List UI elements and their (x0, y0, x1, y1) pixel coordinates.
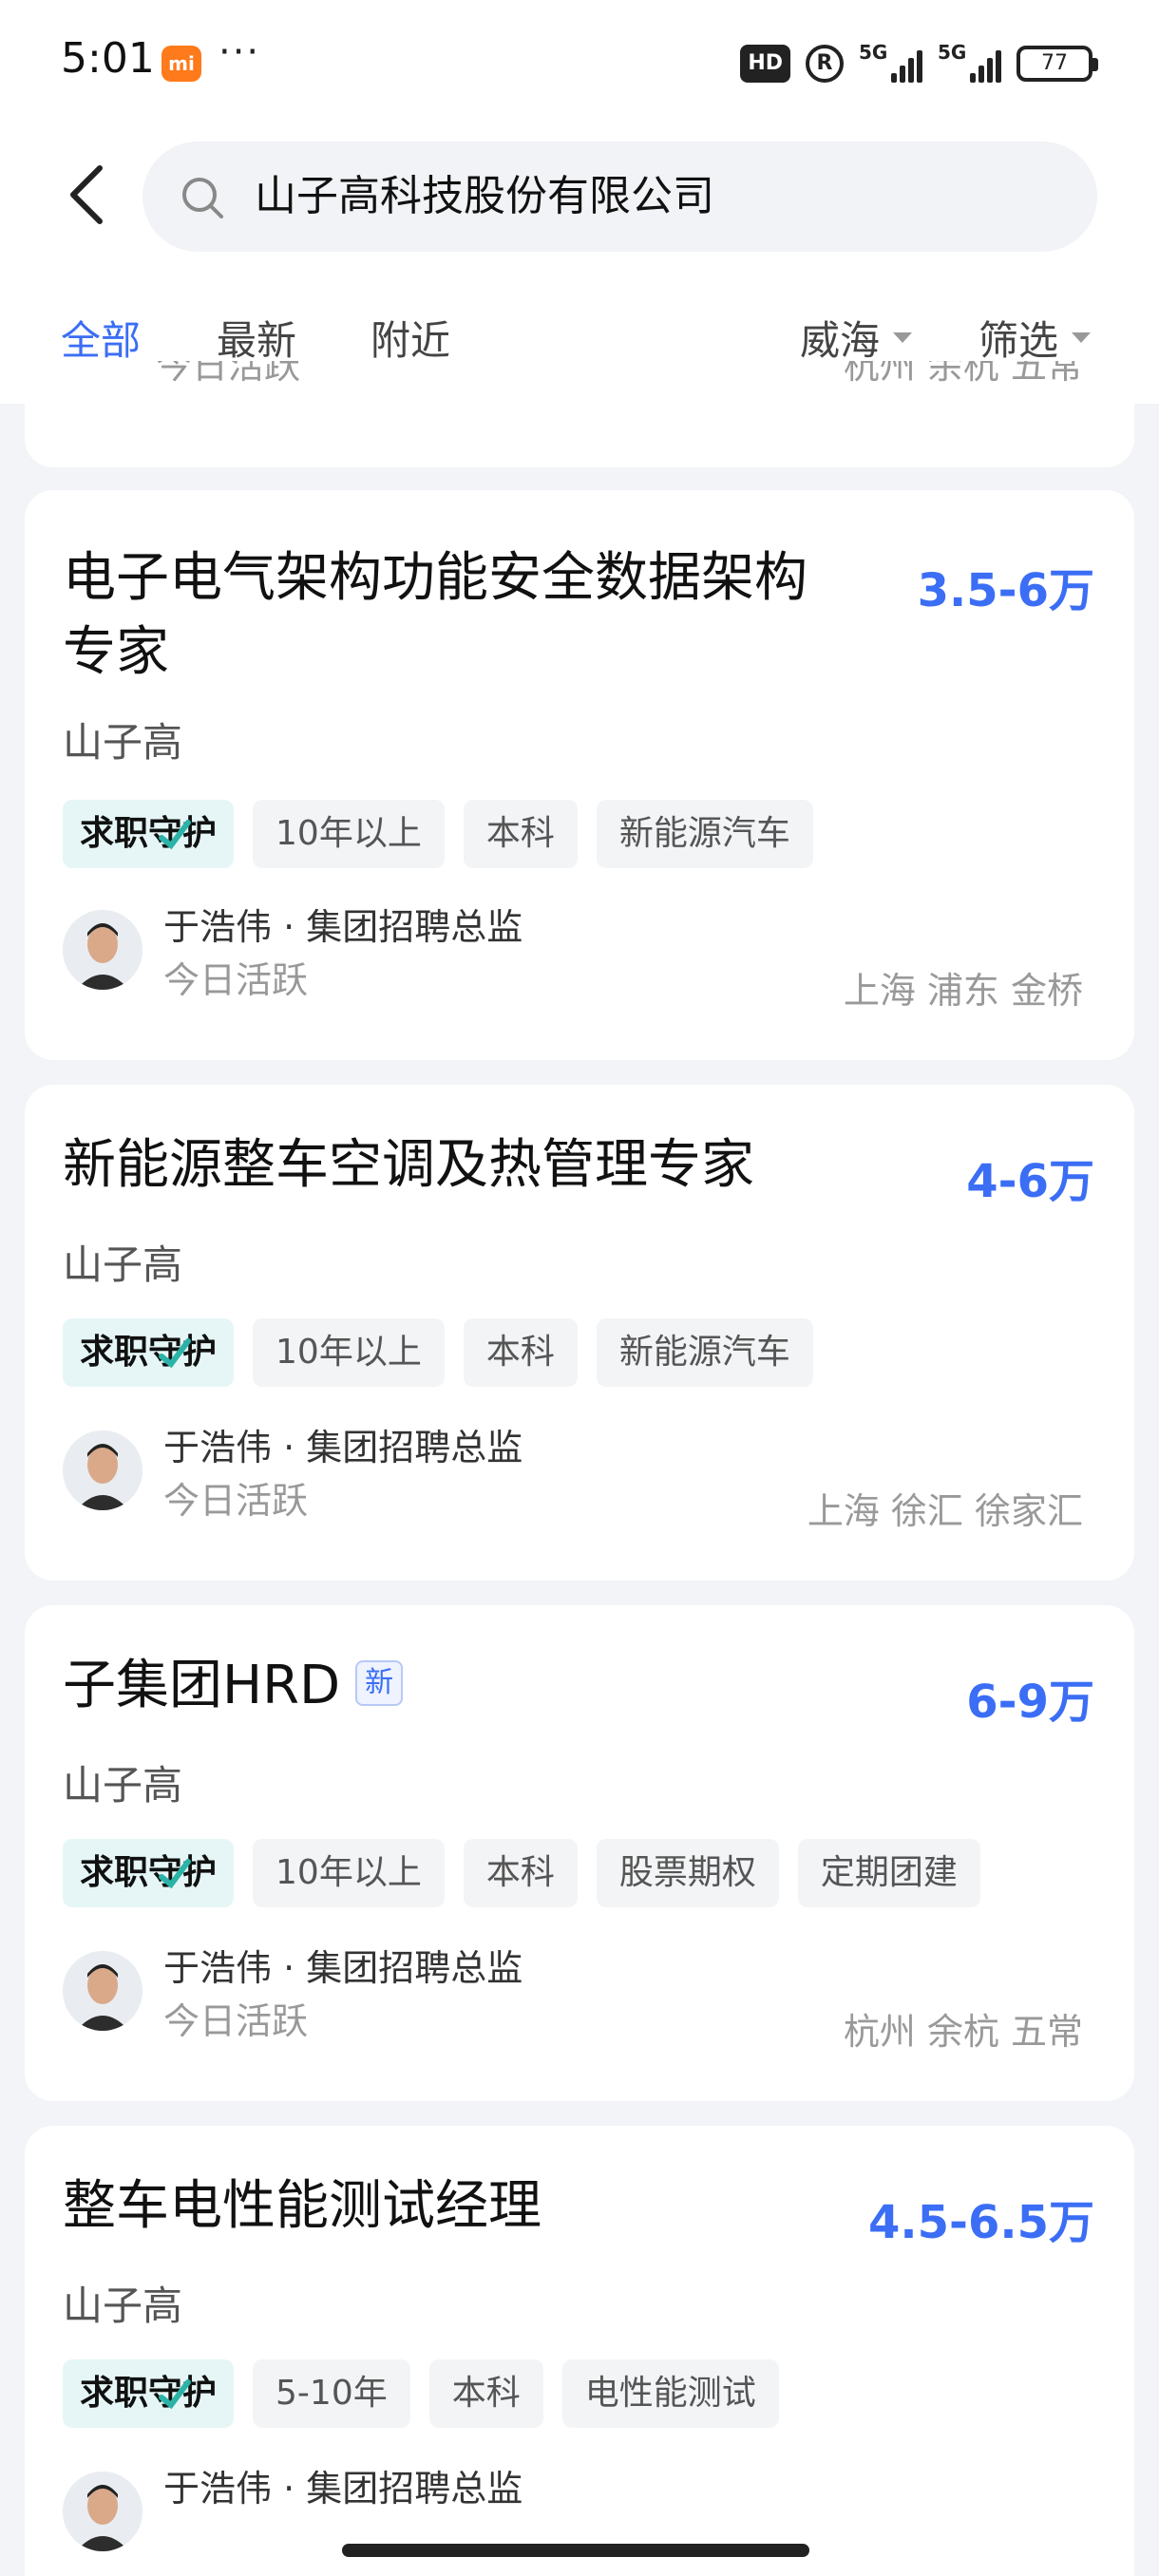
avatar (63, 2472, 142, 2551)
avatar (63, 910, 142, 990)
guard-badge: 求职守护 (63, 1318, 235, 1387)
signal-icon-2: 5G (938, 41, 1001, 83)
guard-badge-label: 求职守护 (80, 1853, 218, 1892)
salary: 6-9万 (966, 1676, 1094, 1729)
tag-list: 求职守护 5-10年 本科 电性能测试 (63, 2359, 779, 2428)
recruiter-name: 于浩伟 · 集团招聘总监 (163, 1427, 523, 1468)
recruiter-info: 于浩伟 · 集团招聘总监 今日活跃 (63, 1941, 522, 2048)
salary: 4-6万 (966, 1155, 1094, 1208)
job-tag: 5-10年 (253, 2359, 410, 2428)
job-tag: 本科 (428, 2359, 543, 2428)
job-location: 杭州 余杭 五常 (843, 361, 1083, 387)
city-filter[interactable]: 威海 (800, 309, 913, 367)
job-tag: 新能源汽车 (596, 1318, 813, 1387)
tab-latest[interactable]: 最新 (217, 309, 296, 367)
job-tag: 新能源汽车 (596, 800, 813, 868)
recruiter-info: 于浩伟 · 集团招聘总监 今日活跃 (63, 900, 522, 1007)
guard-badge-label: 求职守护 (80, 2374, 218, 2413)
roaming-icon: R (806, 45, 844, 83)
tab-all[interactable]: 全部 (61, 309, 141, 367)
check-icon (159, 1338, 191, 1369)
dropdown-caret-icon (893, 332, 913, 343)
salary: 4.5-6.5万 (868, 2196, 1094, 2249)
job-title: 整车电性能测试经理 (63, 2175, 542, 2237)
job-location: 上海 浦东 金桥 (843, 970, 1083, 1012)
guard-badge: 求职守护 (63, 800, 235, 868)
job-tag: 电性能测试 (561, 2359, 779, 2428)
job-location: 上海 徐汇 徐家汇 (807, 1490, 1083, 1532)
tag-list: 求职守护 10年以上 本科 新能源汽车 (63, 800, 813, 868)
recruiter-active-status: 今日活跃 (163, 959, 309, 1001)
tag-list: 求职守护 10年以上 本科 新能源汽车 (63, 1318, 813, 1387)
check-icon (159, 820, 191, 850)
job-card[interactable]: 子集团HRD 新 6-9万 山子高 求职守护 10年以上 本科 股票期权 定期团建… (25, 1605, 1134, 2101)
recruiter-active-status: 今日活跃 (156, 361, 301, 387)
guard-badge-label: 求职守护 (80, 814, 218, 853)
avatar (63, 1951, 142, 2031)
more-notifications-icon: ··· (218, 30, 261, 74)
search-query: 山子高科技股份有限公司 (255, 172, 714, 220)
company-name: 山子高 (63, 1241, 183, 1288)
job-tag: 股票期权 (596, 1839, 779, 1907)
job-location: 杭州 余杭 五常 (843, 2011, 1083, 2053)
job-tag: 10年以上 (253, 800, 445, 868)
status-icons: HD R 5G 5G 77 (740, 40, 1098, 87)
tag-list: 求职守护 10年以上 本科 股票期权 定期团建 (63, 1839, 980, 1907)
job-title-line: 专家 (63, 621, 169, 683)
job-tag: 10年以上 (253, 1318, 445, 1387)
check-icon (159, 2379, 191, 2410)
status-bar: 5:01 mi ··· HD R 5G 5G 77 (0, 0, 1159, 128)
network-type-label: 5G (859, 41, 888, 64)
recruiter-info: 于浩伟 · 集团招聘总监 今日活跃 (63, 1421, 522, 1527)
recruiter-info: 于浩伟 · 集团招聘总监 (63, 2462, 522, 2551)
guard-badge: 求职守护 (63, 2359, 235, 2428)
mi-app-icon: mi (162, 46, 201, 82)
job-title: 电子电气架构功能安全数据架构 专家 (63, 541, 808, 690)
hd-voice-icon: HD (740, 45, 790, 83)
search-header: 山子高科技股份有限公司 (0, 128, 1159, 261)
signal-icon-1: 5G (859, 41, 922, 83)
job-card[interactable]: 整车电性能测试经理 4.5-6.5万 山子高 求职守护 5-10年 本科 电性能… (25, 2126, 1134, 2576)
tab-nearby[interactable]: 附近 (370, 309, 450, 367)
job-tag: 本科 (463, 800, 578, 868)
recruiter-active-status: 今日活跃 (163, 1480, 309, 1522)
recruiter-name: 于浩伟 · 集团招聘总监 (163, 2468, 523, 2510)
back-button[interactable] (53, 157, 120, 233)
recruiter-active-status: 今日活跃 (163, 2000, 309, 2042)
new-badge: 新 (355, 1659, 404, 1706)
job-card-partial[interactable]: 今日活跃 杭州 余杭 五常 (25, 361, 1134, 467)
job-title: 新能源整车空调及热管理专家 (63, 1134, 754, 1196)
job-tag: 本科 (463, 1839, 578, 1907)
filter-button[interactable]: 筛选 (978, 309, 1092, 367)
network-type-label: 5G (938, 41, 967, 64)
search-input[interactable]: 山子高科技股份有限公司 (142, 142, 1097, 252)
check-icon (159, 1859, 191, 1889)
job-tag: 定期团建 (797, 1839, 980, 1907)
recruiter-name: 于浩伟 · 集团招聘总监 (163, 906, 523, 948)
recruiter-name: 于浩伟 · 集团招聘总监 (163, 1947, 523, 1989)
job-title-text: 子集团HRD (63, 1655, 341, 1716)
salary: 3.5-6万 (917, 564, 1094, 617)
job-card[interactable]: 电子电气架构功能安全数据架构 专家 3.5-6万 山子高 求职守护 10年以上 … (25, 490, 1134, 1060)
dropdown-caret-icon (1072, 332, 1092, 343)
search-icon (182, 178, 223, 218)
avatar (63, 1430, 142, 1510)
job-title-line: 电子电气架构功能安全数据架构 (63, 547, 808, 609)
battery-icon: 77 (1016, 46, 1098, 82)
status-time: 5:01 (61, 34, 155, 83)
guard-badge: 求职守护 (63, 1839, 235, 1907)
filter-label: 筛选 (978, 317, 1059, 364)
chevron-left-icon (70, 165, 103, 224)
guard-badge-label: 求职守护 (80, 1333, 218, 1372)
company-name: 山子高 (63, 2282, 183, 2329)
job-tag: 10年以上 (253, 1839, 445, 1907)
city-filter-label: 威海 (800, 317, 881, 364)
job-tag: 本科 (463, 1318, 578, 1387)
job-card[interactable]: 新能源整车空调及热管理专家 4-6万 山子高 求职守护 10年以上 本科 新能源… (25, 1085, 1134, 1581)
home-indicator[interactable] (342, 2544, 809, 2557)
company-name: 山子高 (63, 1762, 183, 1809)
company-name: 山子高 (63, 719, 183, 766)
job-title: 子集团HRD 新 (63, 1649, 404, 1723)
